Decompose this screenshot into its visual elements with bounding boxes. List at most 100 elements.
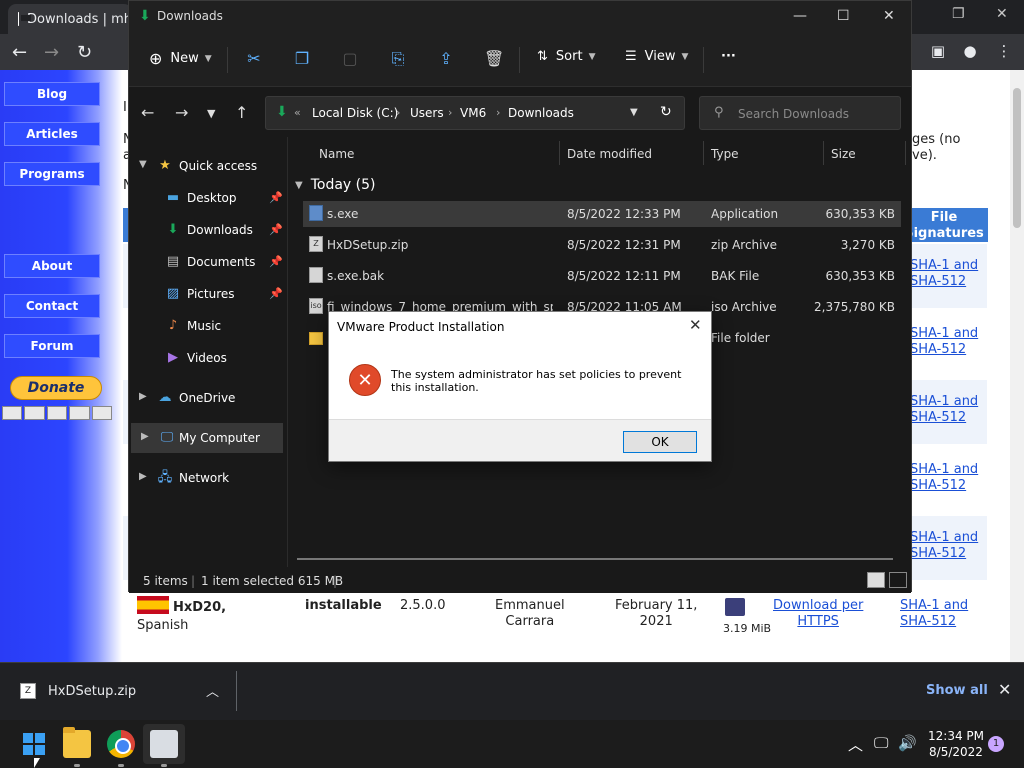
- computer-icon: 🖵: [160, 430, 174, 445]
- breadcrumb-local-disk[interactable]: Local Disk (C:): [312, 106, 398, 120]
- nav-about[interactable]: About: [4, 254, 100, 278]
- sha-link[interactable]: SHA-1 and SHA-512: [910, 326, 978, 358]
- pin-icon[interactable]: 📌: [269, 191, 283, 204]
- cut-icon[interactable]: ✂: [244, 49, 264, 69]
- pane-divider[interactable]: [287, 137, 288, 567]
- reload-icon[interactable]: ↻: [77, 42, 92, 63]
- download-https-link[interactable]: Download per HTTPS: [773, 598, 863, 630]
- chevron-up-icon[interactable]: ︿: [206, 681, 219, 700]
- nav-programs[interactable]: Programs: [4, 162, 100, 186]
- notification-badge[interactable]: 1: [988, 736, 1004, 752]
- nav-contact[interactable]: Contact: [4, 294, 100, 318]
- browser-scrollbar[interactable]: [1010, 70, 1024, 662]
- ok-button[interactable]: OK: [623, 431, 697, 453]
- nav-documents[interactable]: ▤ Documents 📌: [129, 247, 285, 277]
- nav-pictures[interactable]: ▨ Pictures 📌: [129, 279, 285, 309]
- sha-link[interactable]: SHA-1 and SHA-512: [900, 598, 968, 630]
- minimize-icon[interactable]: —: [793, 8, 807, 24]
- address-bar[interactable]: ⬇ « Local Disk (C:) › Users › VM6 › Down…: [265, 96, 685, 130]
- sha-link[interactable]: SHA-1 and SHA-512: [910, 258, 978, 290]
- pin-icon[interactable]: 📌: [269, 255, 283, 268]
- nav-downloads[interactable]: ⬇ Downloads 📌: [129, 215, 285, 245]
- nav-blog[interactable]: Blog: [4, 82, 100, 106]
- breadcrumb-users[interactable]: Users: [410, 106, 444, 120]
- column-header-name[interactable]: Name: [319, 147, 354, 161]
- column-header-size[interactable]: Size: [831, 147, 856, 161]
- more-options-button[interactable]: ···: [721, 49, 736, 64]
- column-header-date[interactable]: Date modified: [567, 147, 652, 161]
- sort-button[interactable]: ⇅ Sort ▼: [537, 49, 595, 64]
- nav-my-computer[interactable]: ▶ 🖵 My Computer: [131, 423, 283, 453]
- menu-dots-icon[interactable]: ⋮: [994, 42, 1014, 62]
- new-button[interactable]: ⊕ New ▼: [149, 49, 212, 68]
- floppy-disk-icon: [725, 598, 745, 616]
- system-clock[interactable]: 12:34 PM 8/5/2022: [926, 728, 986, 760]
- vmware-installer-icon[interactable]: [150, 730, 178, 758]
- search-input[interactable]: [738, 105, 888, 123]
- maximize-icon[interactable]: ☐: [837, 8, 850, 24]
- network-icon[interactable]: 🖵: [874, 734, 888, 752]
- forward-arrow-icon[interactable]: →: [175, 103, 188, 122]
- show-all-button[interactable]: Show all: [926, 683, 988, 698]
- donate-button[interactable]: Donate: [10, 376, 102, 400]
- search-box[interactable]: ⚲: [699, 96, 901, 130]
- pin-icon[interactable]: 📌: [269, 223, 283, 236]
- tiles-view-icon[interactable]: [889, 572, 907, 588]
- browser-tab[interactable]: Downloads | mh: [8, 4, 132, 34]
- nav-desktop[interactable]: ▬ Desktop 📌: [129, 183, 285, 213]
- file-type: BAK File: [711, 269, 760, 283]
- column-separator[interactable]: [905, 141, 906, 165]
- file-row[interactable]: s.exe.bak 8/5/2022 12:11 PM BAK File 630…: [303, 263, 901, 289]
- browser-restore-icon[interactable]: ❐: [952, 6, 965, 22]
- sha-link[interactable]: SHA-1 and SHA-512: [910, 394, 978, 426]
- nav-quick-access[interactable]: ▼ ★ Quick access: [129, 151, 285, 181]
- nav-music[interactable]: ♪ Music: [129, 311, 285, 341]
- horizontal-scrollbar[interactable]: [297, 558, 893, 560]
- volume-icon[interactable]: 🔊: [898, 734, 917, 752]
- rename-icon[interactable]: ⎘: [388, 49, 408, 69]
- nav-videos[interactable]: ▶ Videos: [129, 343, 285, 373]
- sha-link[interactable]: SHA-1 and SHA-512: [910, 530, 978, 562]
- share-icon[interactable]: ⇪: [436, 49, 456, 69]
- file-explorer-icon[interactable]: [63, 727, 91, 758]
- bak-file-icon: [309, 267, 323, 283]
- column-header-type[interactable]: Type: [711, 147, 739, 161]
- recent-locations-icon[interactable]: ▼: [207, 107, 215, 120]
- up-arrow-icon[interactable]: ↑: [235, 103, 248, 122]
- close-icon[interactable]: ✕: [883, 8, 895, 24]
- back-icon[interactable]: ←: [12, 42, 27, 63]
- chrome-icon[interactable]: [107, 730, 135, 758]
- tray-chevron-up-icon[interactable]: ︿: [848, 734, 863, 755]
- column-separator[interactable]: [559, 141, 560, 165]
- close-download-bar-icon[interactable]: ✕: [998, 680, 1011, 699]
- copy-icon[interactable]: ❐: [292, 49, 312, 69]
- forward-icon[interactable]: →: [44, 42, 59, 63]
- group-header-today[interactable]: ▼ Today (5): [295, 177, 375, 193]
- download-item[interactable]: Z HxDSetup.zip: [20, 683, 136, 699]
- nav-network[interactable]: ▶ 🖧 Network: [129, 463, 285, 493]
- column-separator[interactable]: [823, 141, 824, 165]
- sidepanel-icon[interactable]: ▣: [928, 42, 948, 62]
- dialog-close-icon[interactable]: ✕: [689, 316, 702, 334]
- nav-forum[interactable]: Forum: [4, 334, 100, 358]
- address-dropdown-icon[interactable]: ▼: [630, 107, 638, 118]
- scrollbar-thumb[interactable]: [1013, 88, 1021, 228]
- start-icon[interactable]: [20, 730, 48, 758]
- details-view-icon[interactable]: [867, 572, 885, 588]
- view-button[interactable]: ☰ View ▼: [625, 49, 688, 64]
- nav-articles[interactable]: Articles: [4, 122, 100, 146]
- refresh-icon[interactable]: ↻: [660, 104, 672, 120]
- profile-icon[interactable]: ●: [960, 42, 980, 62]
- file-row[interactable]: Z HxDSetup.zip 8/5/2022 12:31 PM zip Arc…: [303, 232, 901, 258]
- sha-link[interactable]: SHA-1 and SHA-512: [910, 462, 978, 494]
- nav-onedrive[interactable]: ▶ ☁ OneDrive: [129, 383, 285, 413]
- browser-close-icon[interactable]: ✕: [996, 6, 1008, 22]
- paste-icon[interactable]: ▢: [340, 49, 360, 69]
- delete-icon[interactable]: 🗑: [484, 49, 504, 69]
- pin-icon[interactable]: 📌: [269, 287, 283, 300]
- breadcrumb-downloads[interactable]: Downloads: [508, 106, 574, 120]
- file-row[interactable]: s.exe 8/5/2022 12:33 PM Application 630,…: [303, 201, 901, 227]
- back-arrow-icon[interactable]: ←: [141, 103, 154, 122]
- breadcrumb-vm6[interactable]: VM6: [460, 106, 486, 120]
- column-separator[interactable]: [703, 141, 704, 165]
